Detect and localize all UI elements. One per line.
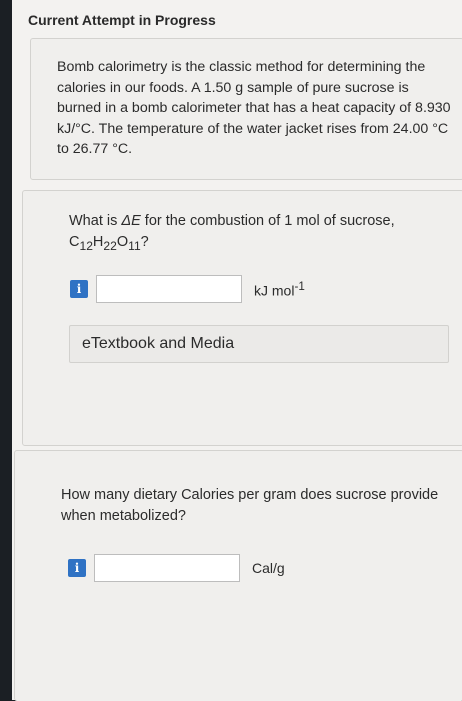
question-2-unit: Cal/g (252, 560, 285, 576)
question-2-panel: How many dietary Calories per gram does … (14, 450, 462, 701)
delta-e-symbol: ΔE (121, 213, 141, 229)
assignment-sheet: Current Attempt in Progress Bomb calorim… (12, 0, 462, 701)
formula-c: C (69, 234, 80, 250)
formula-o: O (116, 234, 129, 250)
unit-exponent: -1 (294, 279, 305, 293)
page-title: Current Attempt in Progress (28, 12, 216, 28)
formula-o-subscript: 11 (128, 238, 141, 253)
formula-h-subscript: 22 (103, 238, 117, 253)
info-icon[interactable]: i (68, 559, 86, 577)
formula-h: H (92, 234, 104, 250)
question-1-text: What is ΔE for the combustion of 1 mol o… (69, 211, 449, 257)
sucrose-formula: C12H22O11? (69, 234, 149, 253)
question-1-answer-row: i kJ mol-1 (70, 275, 305, 303)
info-icon[interactable]: i (70, 280, 88, 298)
question-1-panel: What is ΔE for the combustion of 1 mol o… (22, 190, 462, 446)
unit-base: kJ mol (254, 282, 295, 299)
formula-question-mark: ? (140, 234, 149, 250)
question-1-answer-input[interactable] (96, 275, 242, 303)
question-1-text-before: What is (69, 213, 122, 229)
formula-c-subscript: 12 (79, 238, 93, 253)
problem-intro-text: Bomb calorimetry is the classic method f… (57, 59, 451, 157)
question-2-answer-input[interactable] (94, 554, 240, 582)
question-1-unit: kJ mol-1 (254, 280, 305, 299)
question-2-text: How many dietary Calories per gram does … (61, 487, 439, 524)
question-1-text-after: for the combustion of 1 mol of sucrose, (140, 213, 395, 229)
question-2-answer-row: i Cal/g (68, 554, 285, 582)
etextbook-media-button[interactable]: eTextbook and Media (69, 325, 449, 363)
problem-intro-panel: Bomb calorimetry is the classic method f… (30, 38, 462, 180)
